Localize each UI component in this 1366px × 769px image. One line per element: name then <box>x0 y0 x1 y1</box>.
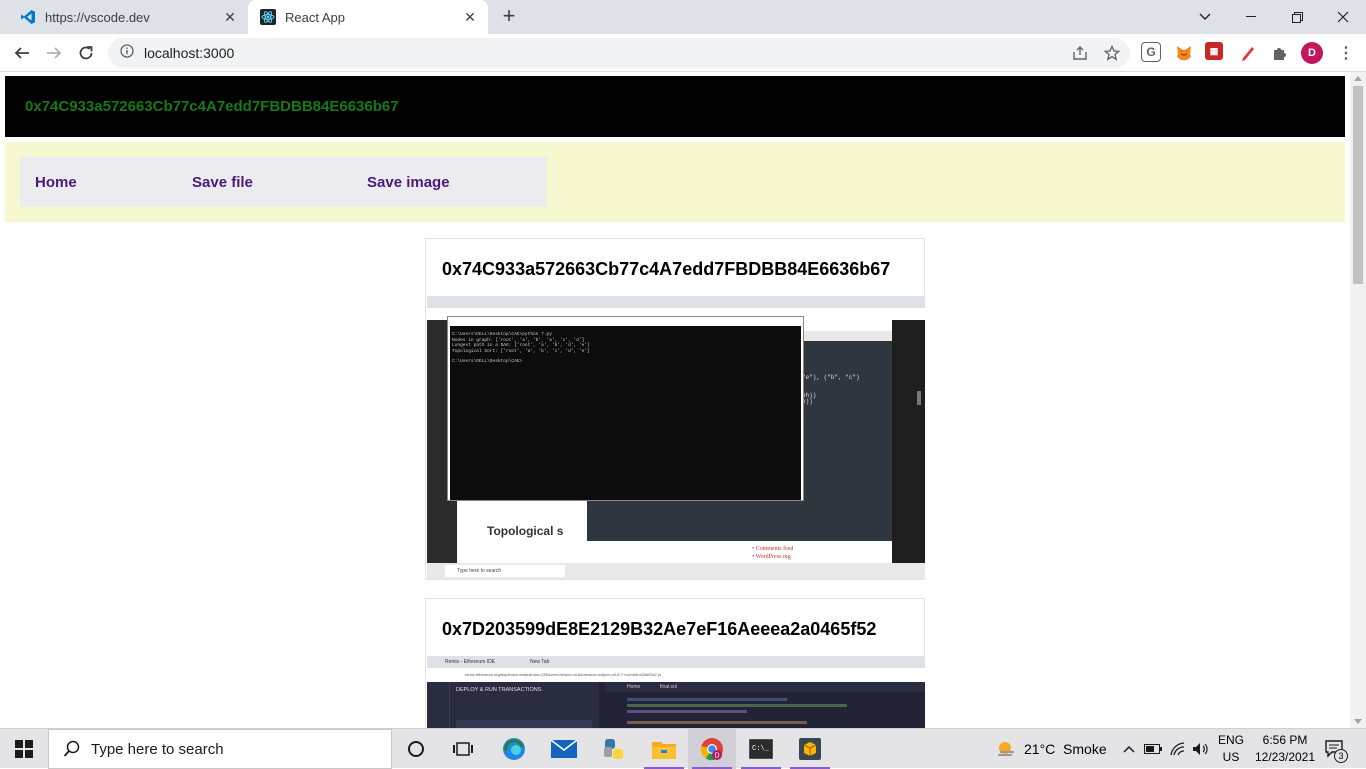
nav-band: Home Save file Save image <box>5 142 1345 222</box>
page-viewport: 0x74C933a572663Cb77c4A7edd7FBDBB84E6636b… <box>0 72 1350 728</box>
image-card: 0x7D203599dE8E2129B32Ae7eF16Aeeea2a0465f… <box>425 598 925 728</box>
search-icon <box>63 740 80 757</box>
terminal-line: C:\Users\DELL\Desktop\CAE> <box>452 359 523 364</box>
chrome-icon[interactable]: D <box>688 729 736 769</box>
clock-date[interactable]: 12/23/2021 <box>1250 750 1320 764</box>
terminal-icon[interactable]: C:\_ <box>737 729 785 769</box>
tab-title: https://vscode.dev <box>45 9 150 25</box>
doc-heading: Topological s <box>487 524 564 538</box>
nav-save-file-link[interactable]: Save file <box>192 174 253 191</box>
card-title: 0x7D203599dE8E2129B32Ae7eF16Aeeea2a0465f… <box>442 619 877 639</box>
terminal-line: Topological Sort: ['root', 'a', 'b', 'c'… <box>452 348 590 354</box>
taskbar-search-placeholder: Type here to search <box>91 740 224 758</box>
mini-taskbar-search: Type here to search <box>445 565 565 577</box>
weather-icon[interactable] <box>994 729 1020 769</box>
card-title: 0x74C933a572663Cb77c4A7edd7FBDBB84E6636b… <box>442 259 891 279</box>
pen-extension-icon[interactable] <box>1237 42 1259 64</box>
code-snippet: "e"), ("b", "c") <box>802 374 860 381</box>
react-icon <box>260 9 276 25</box>
account-header: 0x74C933a572663Cb77c4A7edd7FBDBB84E6636b… <box>5 76 1345 137</box>
page-scrollbar[interactable] <box>1350 72 1366 728</box>
python-icon[interactable] <box>590 729 638 769</box>
windows-start-icon[interactable] <box>0 729 48 769</box>
tab-title: React App <box>285 9 345 25</box>
browser-toolbar: localhost:3000 G ▦ D ⋮ <box>0 34 1366 72</box>
close-window-button[interactable] <box>1320 0 1366 34</box>
clock-time[interactable]: 6:56 PM <box>1250 733 1320 747</box>
notification-count: 3 <box>1334 749 1348 763</box>
grammarly-extension-icon[interactable]: G <box>1141 42 1161 62</box>
new-tab-button[interactable]: + <box>497 5 521 29</box>
svg-text:C:\_: C:\_ <box>752 745 770 753</box>
volume-icon[interactable] <box>1190 729 1212 769</box>
back-button[interactable] <box>8 39 36 67</box>
extensions-puzzle-icon[interactable] <box>1269 42 1291 64</box>
uploaded-image: "e"), ("b", "c") ph)) h)) Topological s … <box>427 296 925 579</box>
tab-search-icon[interactable] <box>1182 0 1228 34</box>
nav-menu: Home Save file Save image <box>20 157 547 207</box>
uploaded-image: Remix - Ethereum IDE New Tab remix.ether… <box>427 656 925 728</box>
edge-icon[interactable] <box>490 729 538 769</box>
tab-react-app[interactable]: React App ✕ <box>248 0 488 34</box>
chrome-menu-icon[interactable]: ⋮ <box>1335 42 1357 64</box>
close-tab-icon[interactable]: ✕ <box>222 9 238 25</box>
chevron-up-icon[interactable] <box>1118 729 1140 769</box>
scroll-down-arrow[interactable] <box>1354 719 1362 724</box>
vscode-icon <box>20 9 36 25</box>
wifi-icon[interactable] <box>1166 729 1188 769</box>
share-icon[interactable] <box>1072 45 1088 61</box>
url-text: localhost:3000 <box>144 45 235 61</box>
file-explorer-icon[interactable] <box>640 729 688 769</box>
svg-text:D: D <box>714 753 719 760</box>
app-extension-icon[interactable]: ▦ <box>1205 42 1223 60</box>
battery-icon[interactable] <box>1142 729 1164 769</box>
language-text[interactable]: ENG <box>1216 733 1246 747</box>
account-address: 0x74C933a572663Cb77c4A7edd7FBDBB84E6636b… <box>25 98 399 115</box>
scrollbar-thumb[interactable] <box>1353 86 1363 284</box>
terminal-window: C:\Users\DELL\Desktop\CAE>python 7.py No… <box>447 316 804 501</box>
profile-avatar[interactable]: D <box>1301 42 1323 64</box>
close-tab-icon[interactable]: ✕ <box>462 9 478 25</box>
weather-text[interactable]: 21°C Smoke <box>1024 741 1107 757</box>
cortana-icon[interactable] <box>394 729 438 769</box>
minimize-button[interactable] <box>1228 0 1274 34</box>
package-app-icon[interactable] <box>786 729 834 769</box>
nav-save-image-link[interactable]: Save image <box>367 174 450 191</box>
mail-icon[interactable] <box>540 729 588 769</box>
image-card: 0x74C933a572663Cb77c4A7edd7FBDBB84E6636b… <box>425 238 925 580</box>
region-text[interactable]: US <box>1216 750 1246 764</box>
task-view-icon[interactable] <box>440 729 486 769</box>
taskbar-search-box[interactable]: Type here to search <box>48 729 392 769</box>
restore-button[interactable] <box>1274 0 1320 34</box>
bookmark-star-icon[interactable] <box>1103 44 1121 61</box>
browser-tab-strip: https://vscode.dev ✕ React App ✕ + <box>0 0 1366 34</box>
scroll-up-arrow[interactable] <box>1354 76 1362 81</box>
address-bar[interactable]: localhost:3000 <box>108 38 1130 68</box>
info-icon[interactable] <box>120 43 134 63</box>
metamask-extension-icon[interactable] <box>1173 42 1195 64</box>
nav-home-link[interactable]: Home <box>35 174 77 191</box>
windows-taskbar: Type here to search D C:\_ 21°C Smoke EN… <box>0 728 1366 769</box>
reload-button[interactable] <box>72 39 100 67</box>
tab-vscode[interactable]: https://vscode.dev ✕ <box>8 0 248 34</box>
forward-button[interactable] <box>40 39 68 67</box>
